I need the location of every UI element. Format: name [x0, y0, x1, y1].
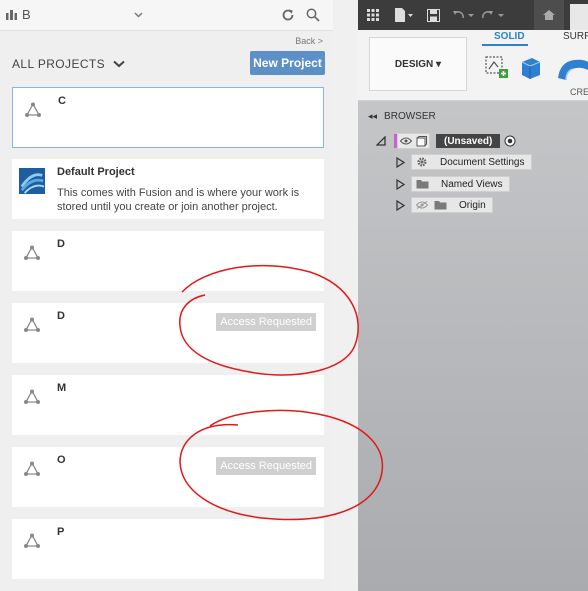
- expand-triangle-icon[interactable]: [396, 156, 405, 168]
- project-icon: [19, 312, 45, 338]
- project-card[interactable]: D Access Requested: [12, 303, 324, 363]
- team-name[interactable]: B: [22, 0, 31, 30]
- ribbon-toolbar: DESIGN ▾ SOLID SURF CRE: [358, 30, 588, 101]
- eye-hidden-icon[interactable]: [416, 201, 428, 209]
- extrude-box-icon[interactable]: [518, 54, 544, 80]
- gear-icon: [417, 157, 427, 167]
- project-icon: [19, 528, 45, 554]
- access-requested-badge: Access Requested: [216, 457, 316, 475]
- browser-node-document-settings[interactable]: Document Settings: [396, 154, 532, 170]
- project-title: M: [57, 382, 67, 394]
- project-title: O: [57, 454, 66, 466]
- node-label: Origin: [459, 199, 486, 211]
- project-icon: [19, 456, 45, 482]
- project-icon: [19, 240, 45, 266]
- browser-title: BROWSER: [384, 110, 436, 122]
- document-name: (Unsaved): [436, 134, 501, 148]
- project-title: Default Project: [57, 166, 135, 178]
- project-card[interactable]: M: [12, 375, 324, 435]
- browser-node-named-views[interactable]: Named Views: [396, 176, 510, 192]
- fusion-logo-icon: [19, 168, 45, 194]
- access-requested-badge: Access Requested: [216, 313, 316, 331]
- project-card[interactable]: D: [12, 231, 324, 291]
- node-box: Named Views: [411, 176, 510, 192]
- refresh-icon[interactable]: [279, 0, 297, 30]
- home-icon[interactable]: [534, 0, 564, 30]
- collapse-left-icon[interactable]: ◂◂: [368, 111, 377, 122]
- search-icon[interactable]: [304, 0, 322, 30]
- fusion-workspace: DESIGN ▾ SOLID SURF CRE ◂◂ BROWSER (Unsa…: [358, 0, 588, 591]
- file-menu-icon[interactable]: [392, 0, 416, 30]
- save-icon[interactable]: [424, 0, 442, 30]
- projects-panel: B Back > ALL PROJECTS New Project C Defa…: [0, 0, 333, 591]
- expand-triangle-icon[interactable]: [396, 178, 405, 190]
- project-icon: [19, 384, 45, 410]
- team-icon[interactable]: [4, 0, 20, 30]
- create-menu-label[interactable]: CRE: [570, 87, 588, 97]
- document-tab[interactable]: [570, 4, 588, 30]
- all-projects-dropdown[interactable]: ALL PROJECTS: [12, 55, 125, 73]
- project-title: C: [58, 95, 66, 107]
- project-description: This comes with Fusion and is where your…: [57, 187, 300, 213]
- node-box: Origin: [411, 197, 493, 213]
- panel-top-bar: B: [0, 0, 333, 31]
- grid-menu-icon[interactable]: [364, 0, 382, 30]
- project-title: D: [57, 238, 65, 250]
- radio-active-icon[interactable]: [504, 135, 516, 147]
- project-icon: [20, 97, 46, 123]
- create-sketch-icon[interactable]: [484, 54, 510, 80]
- tab-solid[interactable]: SOLID: [494, 31, 525, 42]
- project-card[interactable]: Default Project This comes with Fusion a…: [12, 159, 324, 219]
- folder-icon: [416, 180, 429, 189]
- eye-icon[interactable]: [400, 137, 412, 145]
- expand-triangle-icon[interactable]: [376, 136, 386, 146]
- node-label: Document Settings: [440, 156, 525, 168]
- new-project-button[interactable]: New Project: [250, 51, 325, 75]
- node-box: Document Settings: [411, 154, 532, 170]
- node-label: Named Views: [441, 178, 503, 190]
- component-icon: [416, 135, 427, 146]
- undo-icon[interactable]: [450, 0, 478, 30]
- browser-header[interactable]: ◂◂ BROWSER: [358, 108, 588, 124]
- chevron-down-icon: [113, 60, 125, 68]
- project-card[interactable]: C: [12, 87, 324, 148]
- expand-triangle-icon[interactable]: [396, 199, 405, 211]
- folder-icon: [434, 201, 447, 210]
- tab-surface[interactable]: SURF: [563, 31, 588, 42]
- browser-root-node[interactable]: (Unsaved): [376, 133, 516, 149]
- back-link[interactable]: Back >: [295, 36, 323, 46]
- redo-icon[interactable]: [480, 0, 508, 30]
- revolve-icon[interactable]: [554, 56, 588, 82]
- project-card[interactable]: P: [12, 519, 324, 579]
- chevron-down-icon[interactable]: [130, 0, 146, 30]
- all-projects-label: ALL PROJECTS: [12, 57, 106, 71]
- project-title: P: [57, 526, 65, 538]
- browser-node-origin[interactable]: Origin: [396, 197, 493, 213]
- app-top-bar: [358, 0, 588, 30]
- project-card[interactable]: O Access Requested: [12, 447, 324, 507]
- design-workspace-button[interactable]: DESIGN ▾: [369, 37, 467, 91]
- root-controls: [397, 133, 430, 149]
- tab-solid-underline: [482, 44, 528, 46]
- project-title: D: [57, 310, 65, 322]
